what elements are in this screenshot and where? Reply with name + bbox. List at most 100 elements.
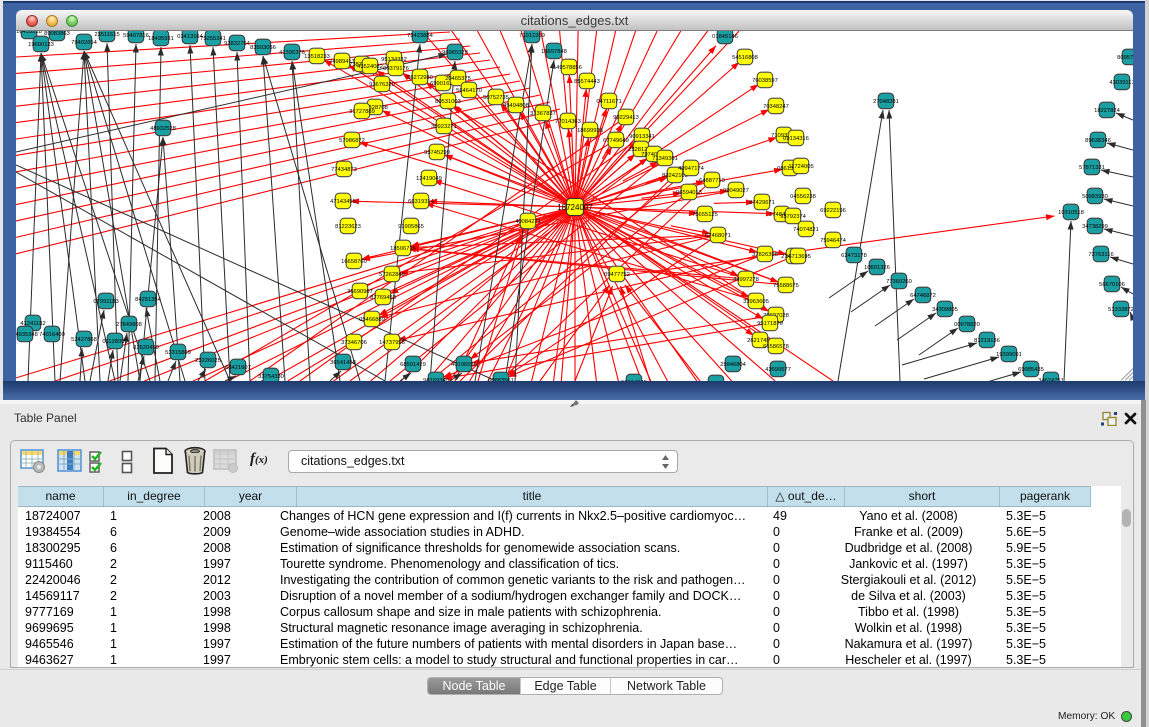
svg-text:18724007: 18724007 <box>557 203 593 212</box>
svg-text:96965328: 96965328 <box>442 50 468 56</box>
svg-text:76038597: 76038597 <box>752 78 778 84</box>
svg-text:06594013: 06594013 <box>676 190 702 196</box>
svg-text:66319314: 66319314 <box>408 199 435 205</box>
svg-text:69222196: 69222196 <box>820 208 846 214</box>
svg-text:16697848: 16697848 <box>541 49 567 55</box>
svg-text:54516808: 54516808 <box>732 55 758 61</box>
svg-text:75255341: 75255341 <box>200 36 226 42</box>
svg-text:10310518: 10310518 <box>1058 210 1084 216</box>
svg-text:75588675: 75588675 <box>773 283 799 289</box>
svg-text:44997278: 44997278 <box>733 277 759 283</box>
svg-text:41395376: 41395376 <box>279 50 305 56</box>
svg-text:91905865: 91905865 <box>398 224 424 230</box>
svg-text:36713695: 36713695 <box>785 254 811 260</box>
svg-text:49947174: 49947174 <box>678 166 705 172</box>
svg-text:74989413: 74989413 <box>329 59 355 65</box>
svg-text:23511615: 23511615 <box>94 32 119 38</box>
svg-text:75655125: 75655125 <box>692 212 718 218</box>
svg-text:56272980: 56272980 <box>407 75 433 81</box>
svg-text:18227824: 18227824 <box>1094 108 1121 114</box>
svg-text:77434873: 77434873 <box>331 167 357 173</box>
svg-text:77360260: 77360260 <box>886 279 912 285</box>
svg-text:85574443: 85574443 <box>574 79 600 85</box>
svg-text:53315869: 53315869 <box>165 350 191 356</box>
svg-text:90229413: 90229413 <box>613 115 639 121</box>
svg-text:87769453: 87769453 <box>370 295 396 301</box>
svg-text:36541458: 36541458 <box>330 360 356 366</box>
svg-text:59407816: 59407816 <box>123 33 149 39</box>
svg-text:23226025: 23226025 <box>195 358 221 364</box>
svg-text:71012269: 71012269 <box>519 33 545 39</box>
svg-text:18495931: 18495931 <box>148 36 174 42</box>
svg-text:09134316: 09134316 <box>783 136 809 142</box>
svg-text:00978820: 00978820 <box>954 322 980 328</box>
svg-text:67468071: 67468071 <box>705 233 731 239</box>
svg-text:80531003: 80531003 <box>435 99 461 105</box>
svg-text:73763116: 73763116 <box>1088 252 1113 258</box>
svg-text:07991183: 07991183 <box>93 299 118 305</box>
svg-text:44935348: 44935348 <box>16 332 38 338</box>
svg-text:48932528: 48932528 <box>150 126 176 132</box>
svg-text:18506716: 18506716 <box>390 246 416 252</box>
svg-text:82620450: 82620450 <box>133 345 159 351</box>
svg-text:56670106: 56670106 <box>1099 282 1125 288</box>
svg-text:19600133: 19600133 <box>28 42 54 48</box>
svg-text:51333872: 51333872 <box>1108 307 1133 313</box>
svg-text:31367837: 31367837 <box>530 111 556 117</box>
svg-text:71349361: 71349361 <box>652 156 678 162</box>
svg-text:37826398: 37826398 <box>752 252 778 258</box>
svg-text:50752735: 50752735 <box>483 95 509 101</box>
svg-text:89083863: 89083863 <box>44 31 70 37</box>
svg-text:67749649: 67749649 <box>603 138 629 144</box>
svg-text:93745299: 93745299 <box>424 150 450 156</box>
svg-text:34309805: 34309805 <box>932 307 958 313</box>
svg-text:33963605: 33963605 <box>743 299 769 305</box>
svg-text:40084271: 40084271 <box>515 219 541 225</box>
svg-text:20465375: 20465375 <box>445 76 471 82</box>
svg-text:12419049: 12419049 <box>416 176 442 182</box>
svg-text:34738299: 34738299 <box>1082 224 1108 230</box>
svg-text:43039117: 43039117 <box>1109 80 1133 86</box>
svg-text:80957015: 80957015 <box>1117 55 1133 61</box>
svg-text:79402654: 79402654 <box>71 40 98 46</box>
svg-text:30923271: 30923271 <box>431 124 457 130</box>
svg-text:77014363: 77014363 <box>555 119 581 125</box>
svg-text:64887719: 64887719 <box>699 178 725 184</box>
svg-text:31727889: 31727889 <box>349 109 375 115</box>
svg-text:27849808: 27849808 <box>116 322 142 328</box>
svg-text:89638346: 89638346 <box>1085 138 1111 144</box>
svg-text:74074821: 74074821 <box>793 227 819 233</box>
svg-text:70348247: 70348247 <box>763 104 789 110</box>
svg-text:36690967: 36690967 <box>347 289 373 295</box>
svg-text:93792374: 93792374 <box>780 214 807 220</box>
svg-text:72423884: 72423884 <box>407 33 434 39</box>
svg-text:18699938: 18699938 <box>577 128 603 134</box>
svg-text:04711671: 04711671 <box>596 99 621 105</box>
svg-text:05466889: 05466889 <box>359 317 385 323</box>
svg-text:90913341: 90913341 <box>629 134 655 140</box>
svg-text:64746872: 64746872 <box>910 293 936 299</box>
svg-text:16658760: 16658760 <box>341 259 367 265</box>
svg-text:52427868: 52427868 <box>71 337 97 343</box>
svg-text:92832764: 92832764 <box>224 41 251 47</box>
svg-text:14737996: 14737996 <box>379 340 405 346</box>
svg-text:74016400: 74016400 <box>39 332 65 338</box>
svg-text:11724005: 11724005 <box>788 164 813 170</box>
svg-text:87429671: 87429671 <box>749 200 775 206</box>
svg-text:93676320: 93676320 <box>369 82 395 88</box>
svg-text:19399091: 19399091 <box>996 352 1022 358</box>
svg-text:63421607: 63421607 <box>225 365 251 371</box>
svg-text:83503056: 83503056 <box>250 45 276 51</box>
svg-text:01128059: 01128059 <box>102 339 127 345</box>
svg-text:40196556: 40196556 <box>451 362 477 368</box>
svg-text:29946804: 29946804 <box>720 362 747 368</box>
svg-text:57871331: 57871331 <box>1079 165 1105 171</box>
svg-text:62473178: 62473178 <box>841 253 867 259</box>
svg-text:57986872: 57986872 <box>339 138 365 144</box>
svg-text:99049027: 99049027 <box>723 188 749 194</box>
svg-text:75946474: 75946474 <box>820 238 847 244</box>
svg-text:09477752: 09477752 <box>604 272 630 278</box>
svg-text:43699577: 43699577 <box>765 367 791 373</box>
svg-text:10801326: 10801326 <box>864 265 890 271</box>
svg-text:95171870: 95171870 <box>757 321 783 327</box>
